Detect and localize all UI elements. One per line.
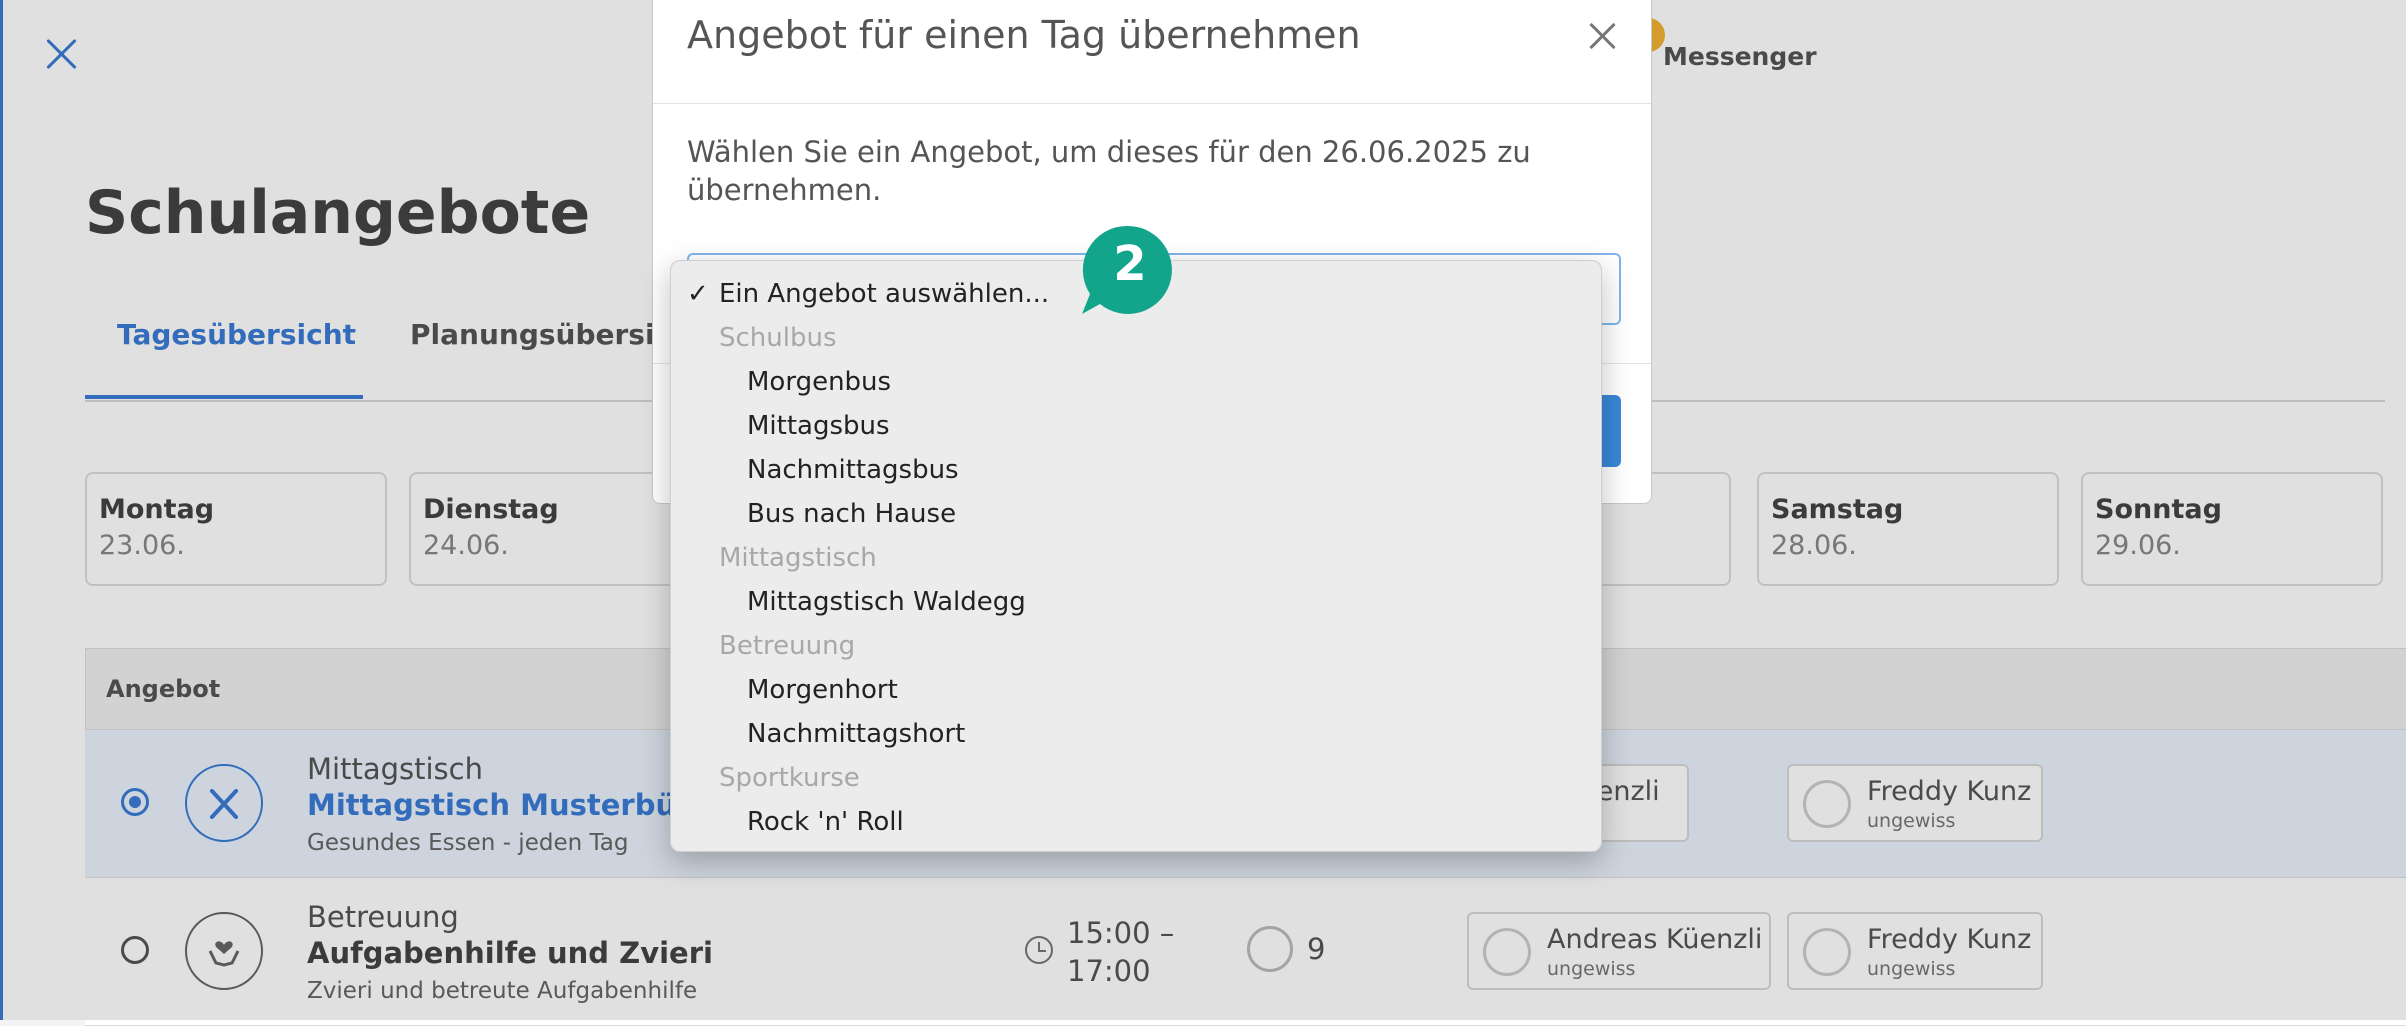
dropdown-option[interactable]: Rock 'n' Roll (747, 807, 904, 837)
dropdown-option[interactable]: Mittagsbus (747, 411, 890, 441)
offer-dropdown-menu[interactable]: ✓ Ein Angebot auswählen... Schulbus Morg… (670, 260, 1602, 852)
dropdown-group-label: Mittagstisch (719, 543, 877, 573)
dropdown-group-label: Betreuung (719, 631, 856, 661)
dropdown-group-label: Schulbus (719, 323, 837, 353)
close-icon[interactable] (1587, 21, 1617, 51)
dropdown-option-placeholder[interactable]: Ein Angebot auswählen... (719, 279, 1049, 309)
dropdown-option[interactable]: Nachmittagshort (747, 719, 965, 749)
modal-title: Angebot für einen Tag übernehmen (687, 13, 1361, 57)
divider (653, 103, 1651, 104)
dropdown-option[interactable]: Bus nach Hause (747, 499, 956, 529)
step-badge-number: 2 (1113, 236, 1147, 292)
dropdown-option[interactable]: Mittagstisch Waldegg (747, 587, 1026, 617)
checkmark-icon: ✓ (687, 279, 709, 309)
dropdown-option[interactable]: Morgenhort (747, 675, 898, 705)
modal-instructions: Wählen Sie ein Angebot, um dieses für de… (687, 135, 1531, 207)
dropdown-option[interactable]: Nachmittagsbus (747, 455, 959, 485)
dropdown-group-label: Sportkurse (719, 763, 860, 793)
dropdown-option[interactable]: Morgenbus (747, 367, 891, 397)
